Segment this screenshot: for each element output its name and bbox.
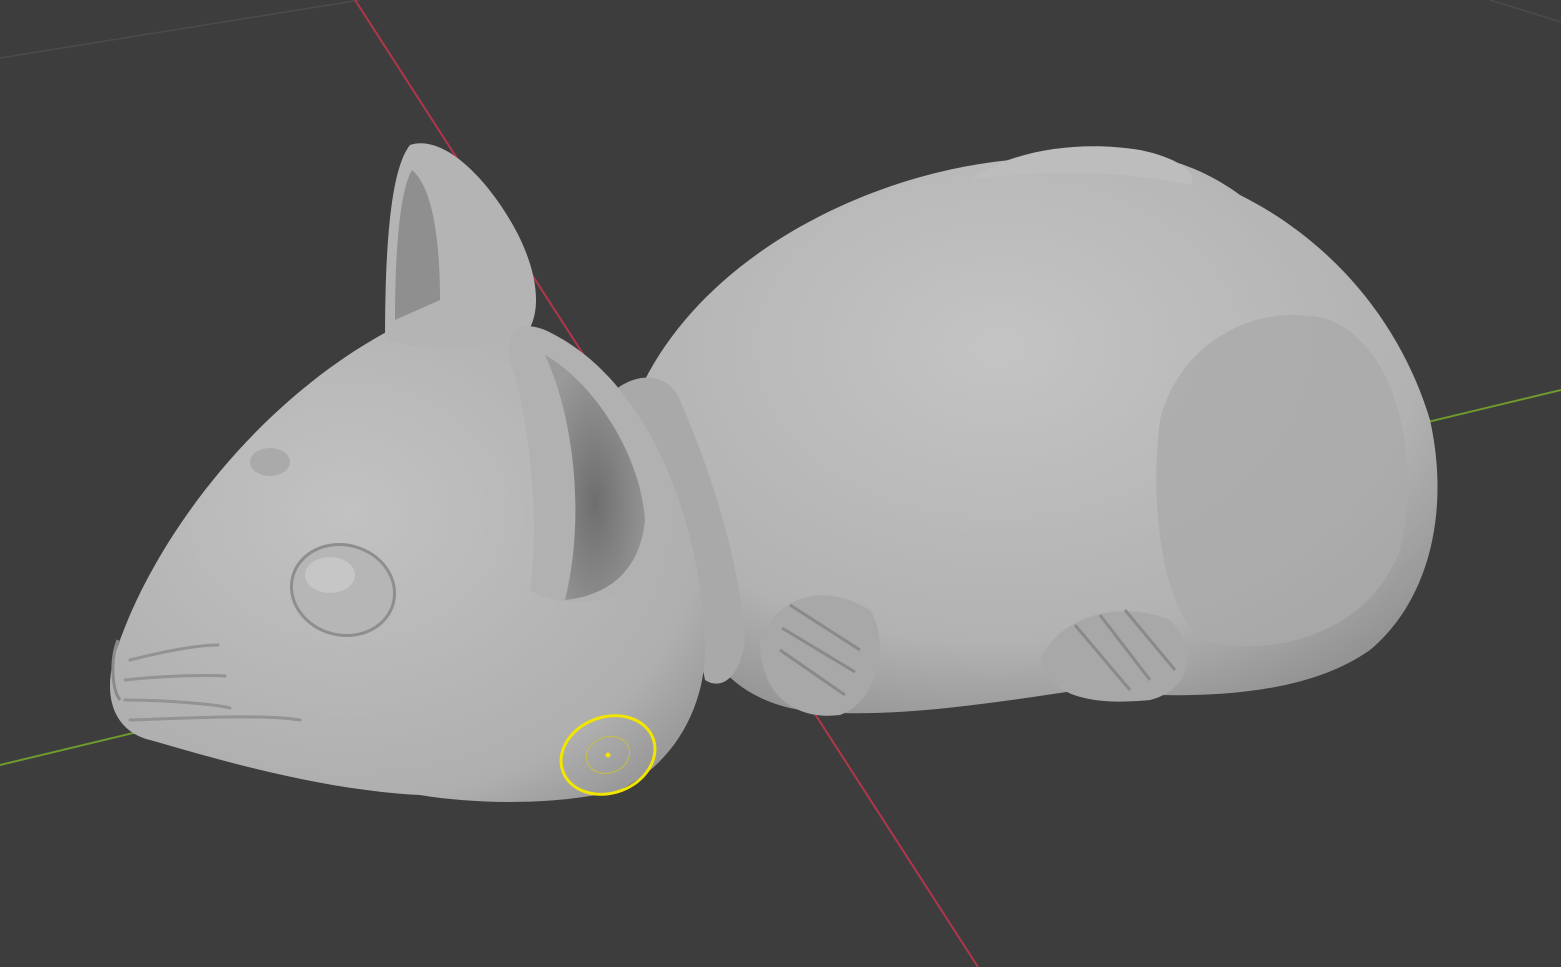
mouse-cheek-bump (250, 448, 290, 476)
eye-highlight (305, 557, 355, 593)
3d-viewport[interactable] (0, 0, 1561, 967)
mouse-hind-leg (1156, 314, 1408, 646)
